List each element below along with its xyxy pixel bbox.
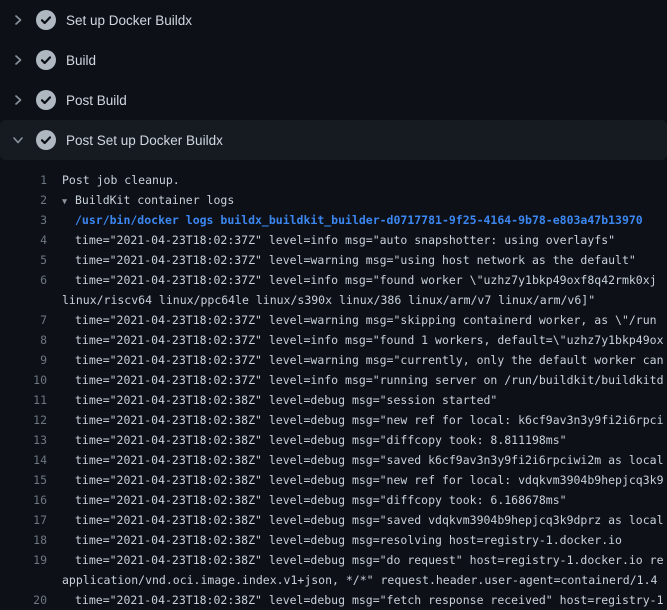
log-text: Post job cleanup. bbox=[62, 170, 180, 190]
log-command-text: /usr/bin/docker logs buildx_buildkit_bui… bbox=[75, 210, 643, 230]
line-number[interactable]: 1 bbox=[0, 170, 47, 190]
log-text: time="2021-04-23T18:02:38Z" level=debug … bbox=[75, 490, 567, 510]
log-line: 3/usr/bin/docker logs buildx_buildkit_bu… bbox=[0, 210, 667, 230]
check-circle-icon bbox=[36, 130, 56, 150]
log-group-label: BuildKit container logs bbox=[75, 193, 234, 207]
line-number bbox=[0, 290, 47, 310]
log-text: time="2021-04-23T18:02:37Z" level=warnin… bbox=[75, 250, 636, 270]
line-number[interactable]: 3 bbox=[0, 210, 47, 230]
triangle-down-icon: ▼ bbox=[62, 192, 75, 212]
check-circle-icon bbox=[36, 90, 56, 110]
log-line-continuation: linux/riscv64 linux/ppc64le linux/s390x … bbox=[0, 290, 667, 310]
step-header-set-up-docker-buildx[interactable]: Set up Docker Buildx bbox=[0, 0, 667, 40]
log-line: 9 time="2021-04-23T18:02:37Z" level=warni… bbox=[0, 350, 667, 370]
line-number[interactable]: 19 bbox=[0, 550, 47, 570]
step-header-build[interactable]: Build bbox=[0, 40, 667, 80]
log-line: 1 Post job cleanup. bbox=[0, 170, 667, 190]
step-label: Set up Docker Buildx bbox=[66, 13, 192, 28]
line-number[interactable]: 11 bbox=[0, 390, 47, 410]
log-line: 4 time="2021-04-23T18:02:37Z" level=info … bbox=[0, 230, 667, 250]
line-number[interactable]: 12 bbox=[0, 410, 47, 430]
check-circle-icon bbox=[36, 10, 56, 30]
step-header-post-set-up-docker-buildx[interactable]: Post Set up Docker Buildx bbox=[0, 120, 667, 160]
step-label: Build bbox=[66, 53, 96, 68]
step-header-post-build[interactable]: Post Build bbox=[0, 80, 667, 120]
chevron-right-icon bbox=[12, 54, 36, 66]
log-line: 12 time="2021-04-23T18:02:38Z" level=debu… bbox=[0, 410, 667, 430]
log-line-continuation: application/vnd.oci.image.index.v1+json,… bbox=[0, 570, 667, 590]
log-text: time="2021-04-23T18:02:37Z" level=info m… bbox=[75, 230, 615, 250]
line-number[interactable]: 9 bbox=[0, 350, 47, 370]
log-text: time="2021-04-23T18:02:38Z" level=debug … bbox=[75, 550, 664, 570]
line-number[interactable]: 8 bbox=[0, 330, 47, 350]
log-text: time="2021-04-23T18:02:38Z" level=debug … bbox=[75, 450, 664, 470]
log-text: time="2021-04-23T18:02:37Z" level=warnin… bbox=[75, 310, 657, 330]
log-text: time="2021-04-23T18:02:38Z" level=debug … bbox=[75, 530, 622, 550]
step-list: Set up Docker Buildx Build Post Build Post … bbox=[0, 0, 667, 160]
step-label: Post Set up Docker Buildx bbox=[66, 133, 223, 148]
line-number[interactable]: 17 bbox=[0, 510, 47, 530]
line-number[interactable]: 2 bbox=[0, 190, 47, 210]
step-label: Post Build bbox=[66, 93, 127, 108]
log-line: 8 time="2021-04-23T18:02:37Z" level=info … bbox=[0, 330, 667, 350]
log-line: 15 time="2021-04-23T18:02:38Z" level=debu… bbox=[0, 470, 667, 490]
line-number[interactable]: 5 bbox=[0, 250, 47, 270]
log-text: time="2021-04-23T18:02:37Z" level=info m… bbox=[75, 330, 664, 350]
line-number[interactable]: 6 bbox=[0, 270, 47, 290]
log-line: 2 ▼BuildKit container logs bbox=[0, 190, 667, 210]
log-text: time="2021-04-23T18:02:38Z" level=debug … bbox=[75, 430, 567, 450]
check-circle-icon bbox=[36, 50, 56, 70]
log-text: linux/riscv64 linux/ppc64le linux/s390x … bbox=[62, 290, 595, 310]
log-line: 14 time="2021-04-23T18:02:38Z" level=debu… bbox=[0, 450, 667, 470]
log-text: time="2021-04-23T18:02:37Z" level=info m… bbox=[75, 370, 664, 390]
line-number[interactable]: 16 bbox=[0, 490, 47, 510]
chevron-right-icon bbox=[12, 14, 36, 26]
log-text: time="2021-04-23T18:02:38Z" level=debug … bbox=[75, 510, 664, 530]
log-text: time="2021-04-23T18:02:38Z" level=debug … bbox=[75, 470, 664, 490]
log-line: 11 time="2021-04-23T18:02:38Z" level=debu… bbox=[0, 390, 667, 410]
log-line: 13 time="2021-04-23T18:02:38Z" level=debu… bbox=[0, 430, 667, 450]
line-number[interactable]: 13 bbox=[0, 430, 47, 450]
line-number[interactable]: 10 bbox=[0, 370, 47, 390]
chevron-down-icon bbox=[12, 134, 36, 146]
log-text: time="2021-04-23T18:02:37Z" level=warnin… bbox=[75, 350, 664, 370]
log-line: 18 time="2021-04-23T18:02:38Z" level=debu… bbox=[0, 530, 667, 550]
log-text: time="2021-04-23T18:02:38Z" level=debug … bbox=[75, 390, 497, 410]
line-number bbox=[0, 570, 47, 590]
log-line: 10 time="2021-04-23T18:02:37Z" level=info… bbox=[0, 370, 667, 390]
line-number[interactable]: 20 bbox=[0, 590, 47, 610]
log-text: time="2021-04-23T18:02:37Z" level=info m… bbox=[75, 270, 657, 290]
log-text: time="2021-04-23T18:02:38Z" level=debug … bbox=[75, 410, 664, 430]
log-line: 16 time="2021-04-23T18:02:38Z" level=debu… bbox=[0, 490, 667, 510]
chevron-right-icon bbox=[12, 94, 36, 106]
line-number[interactable]: 15 bbox=[0, 470, 47, 490]
log-line: 20 time="2021-04-23T18:02:38Z" level=debu… bbox=[0, 590, 667, 610]
line-number[interactable]: 7 bbox=[0, 310, 47, 330]
log-line: 17 time="2021-04-23T18:02:38Z" level=debu… bbox=[0, 510, 667, 530]
log-text: application/vnd.oci.image.index.v1+json,… bbox=[62, 570, 657, 590]
log-line: 19 time="2021-04-23T18:02:38Z" level=debu… bbox=[0, 550, 667, 570]
log-viewer: 1 Post job cleanup. 2 ▼BuildKit container l… bbox=[0, 160, 667, 610]
log-line: 5 time="2021-04-23T18:02:37Z" level=warni… bbox=[0, 250, 667, 270]
log-line: 7 time="2021-04-23T18:02:37Z" level=warni… bbox=[0, 310, 667, 330]
line-number[interactable]: 14 bbox=[0, 450, 47, 470]
log-line: 6 time="2021-04-23T18:02:37Z" level=info … bbox=[0, 270, 667, 290]
line-number[interactable]: 4 bbox=[0, 230, 47, 250]
log-text: time="2021-04-23T18:02:38Z" level=debug … bbox=[75, 590, 664, 610]
line-number[interactable]: 18 bbox=[0, 530, 47, 550]
log-group-header[interactable]: ▼BuildKit container logs bbox=[62, 190, 234, 210]
